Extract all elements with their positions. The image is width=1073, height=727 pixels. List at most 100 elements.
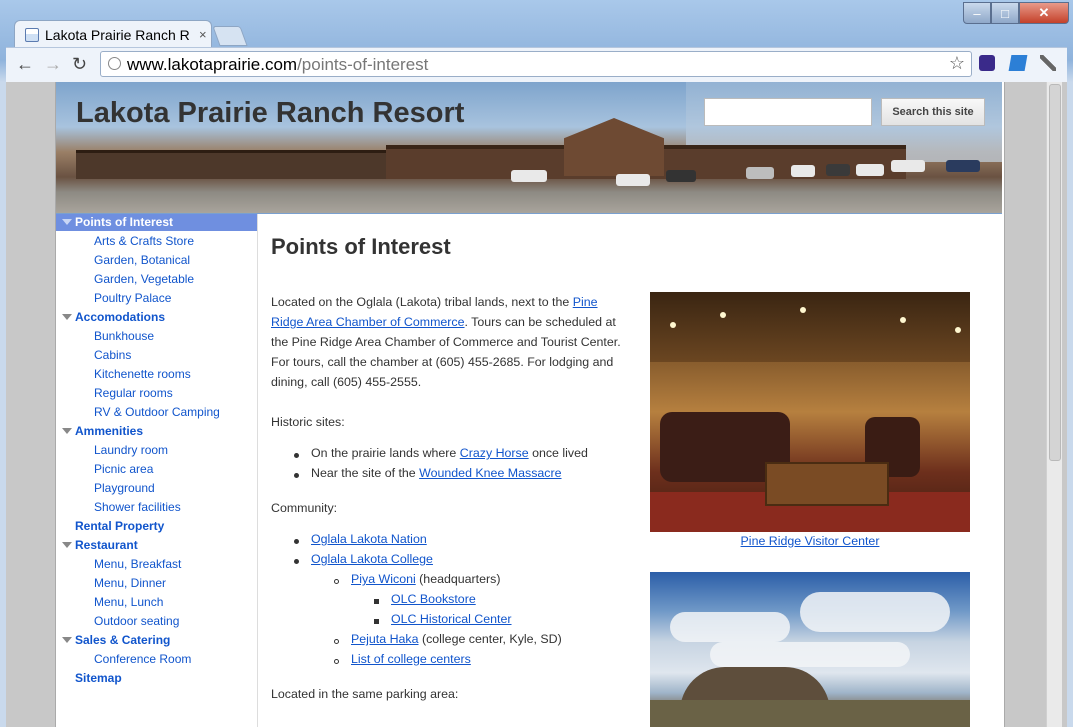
site-search-input[interactable] [704,98,872,126]
sidebar-item-label: Laundry room [94,443,169,457]
list-bullet [374,599,379,604]
address-bar[interactable]: www.lakotaprairie.com/points-of-interest… [100,51,972,77]
historic-heading: Historic sites: [271,415,345,429]
sidebar-item-label: Poultry Palace [94,291,172,305]
intro-paragraph: Located on the Oglala (Lakota) tribal la… [271,292,621,392]
list-item-college: Oglala Lakota College [311,552,433,566]
page-viewport: Lakota Prairie Ranch Resort Search this … [6,82,1067,727]
minimize-button[interactable]: – [963,2,991,24]
list-item-crazy-horse: On the prairie lands where Crazy Horse o… [311,446,588,460]
sidebar-item-label: Arts & Crafts Store [94,234,195,248]
sidebar-item-label: Points of Interest [75,215,174,229]
list-item-pejuta: Pejuta Haka (college center, Kyle, SD) [351,632,562,646]
expand-triangle-icon[interactable] [62,542,72,548]
list-item-bookstore: OLC Bookstore [391,592,476,606]
sidebar-item-label: Regular rooms [94,386,173,400]
close-window-button[interactable]: ✕ [1019,2,1069,24]
wounded-knee-link[interactable]: Wounded Knee Massacre [419,466,561,480]
url-text: www.lakotaprairie.com/points-of-interest [127,55,428,75]
sidebar-item-label: Accomodations [75,310,166,324]
visitor-center-caption-link[interactable]: Pine Ridge Visitor Center [650,534,970,548]
sidebar-item-label: Menu, Lunch [94,595,164,609]
sidebar-item-label: Cabins [94,348,132,362]
site-page: Lakota Prairie Ranch Resort Search this … [55,82,1005,727]
expand-triangle-icon[interactable] [62,314,72,320]
list-item-wounded-knee: Near the site of the Wounded Knee Massac… [311,466,562,480]
list-bullet [294,473,299,478]
crazy-horse-link[interactable]: Crazy Horse [460,446,529,460]
sidebar-item-label: Picnic area [94,462,154,476]
page-favicon-icon [25,27,39,42]
list-bullet [294,559,299,564]
browser-toolbar: ← → ↻ www.lakotaprairie.com/points-of-in… [6,47,1067,82]
tab-close-icon[interactable]: × [199,27,207,42]
oglala-nation-link[interactable]: Oglala Lakota Nation [311,532,427,546]
globe-icon [108,57,121,70]
list-bullet [294,453,299,458]
vertical-scrollbar[interactable] [1046,82,1062,727]
list-text: (headquarters) [415,572,501,586]
list-bullet [374,619,379,624]
list-item-historical: OLC Historical Center [391,612,512,626]
browser-window: Lakota Prairie Ranch R × – □ ✕ ← → ↻ www… [0,0,1073,727]
list-text: (college center, Kyle, SD) [418,632,562,646]
url-domain: www.lakotaprairie.com [127,55,298,74]
url-path: /points-of-interest [297,55,429,74]
back-arrow-icon[interactable]: ← [16,54,34,75]
bookmark-star-icon[interactable]: ☆ [949,53,965,74]
piya-wiconi-link[interactable]: Piya Wiconi [351,572,416,586]
site-title[interactable]: Lakota Prairie Ranch Resort [76,97,464,130]
college-building-photo[interactable] [650,572,970,727]
college-centers-link[interactable]: List of college centers [351,652,471,666]
sidebar-item-label: Outdoor seating [94,614,180,628]
search-site-button[interactable]: Search this site [881,98,985,126]
wrench-icon[interactable] [1040,55,1056,71]
list-text: Near the site of the [311,466,420,480]
sidebar-item-label: Kitchenette rooms [94,367,191,381]
sidebar-item-label: Ammenities [75,424,144,438]
visitor-center-photo[interactable] [650,292,970,532]
oglala-college-link[interactable]: Oglala Lakota College [311,552,433,566]
sidebar-item-label: Sitemap [75,671,122,685]
sidebar-nav: Points of Interest Arts & Crafts Store Gar… [56,214,258,727]
list-item-nation: Oglala Lakota Nation [311,532,427,546]
window-controls: – □ ✕ [963,2,1069,24]
page-heading: Points of Interest [271,234,451,259]
forward-arrow-icon[interactable]: → [44,54,62,75]
sidebar-item-label: Restaurant [75,538,138,552]
sidebar-item-label: Shower facilities [94,500,181,514]
list-bullet [334,639,339,644]
sidebar-item-label: Sales & Catering [75,633,171,647]
list-bullet [334,579,339,584]
sidebar-item-label: Conference Room [94,652,192,666]
pejuta-haka-link[interactable]: Pejuta Haka [351,632,419,646]
olc-historical-link[interactable]: OLC Historical Center [391,612,512,626]
list-item-piya: Piya Wiconi (headquarters) [351,572,500,586]
browser-tab[interactable]: Lakota Prairie Ranch R × [14,20,212,48]
parking-heading: Located in the same parking area: [271,687,459,701]
reload-icon[interactable]: ↻ [72,54,87,75]
sidebar-item-label: Garden, Botanical [94,253,191,267]
header-banner-image: Lakota Prairie Ranch Resort Search this … [56,82,1002,213]
maximize-button[interactable]: □ [991,2,1019,24]
sidebar-item-label: Rental Property [75,519,165,533]
expand-triangle-icon[interactable] [62,428,72,434]
list-item-centers: List of college centers [351,652,471,666]
sidebar-item-points-of-interest[interactable]: Points of Interest [56,214,257,231]
list-bullet [334,659,339,664]
expand-triangle-icon[interactable] [62,219,72,225]
sidebar-item-label: RV & Outdoor Camping [94,405,220,419]
list-text: On the prairie lands where [311,446,460,460]
extension-icon[interactable] [979,55,995,71]
tab-title: Lakota Prairie Ranch R [45,26,190,43]
sidebar-item-label: Menu, Breakfast [94,557,182,571]
expand-triangle-icon[interactable] [62,637,72,643]
page-menu-icon[interactable] [1008,55,1028,71]
olc-bookstore-link[interactable]: OLC Bookstore [391,592,476,606]
sidebar-item-label: Playground [94,481,155,495]
list-bullet [294,539,299,544]
community-heading: Community: [271,501,338,515]
scrollbar-thumb[interactable] [1049,84,1061,461]
list-text: once lived [528,446,588,460]
new-tab-button[interactable] [212,26,248,46]
